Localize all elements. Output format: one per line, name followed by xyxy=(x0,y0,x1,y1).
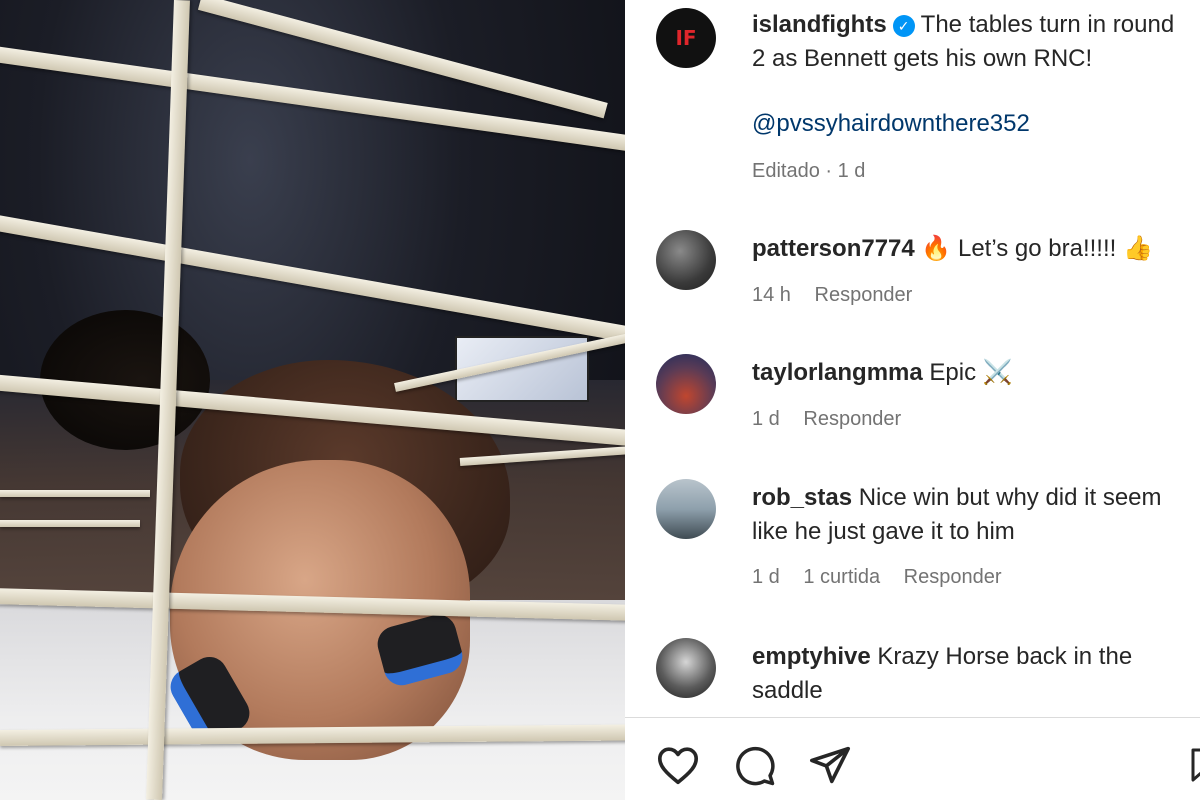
caption-mention[interactable]: @pvssyhairdownthere352 xyxy=(752,110,1030,138)
comment-2-meta: 1 d Responder xyxy=(752,408,919,431)
rope-far-4 xyxy=(0,520,140,527)
comment-text: Epic ⚔️ xyxy=(929,359,1013,386)
comment-username[interactable]: emptyhive xyxy=(752,643,871,670)
comment-time: 14 h xyxy=(752,284,791,306)
comment-username[interactable]: taylorlangmma xyxy=(752,359,923,386)
comment-1: patterson7774 🔥 Let’s go bra!!!!! 👍 xyxy=(752,232,1192,266)
rope-far-3 xyxy=(0,490,150,497)
comment-avatar-2[interactable] xyxy=(656,354,716,414)
author-username[interactable]: islandfights xyxy=(752,11,887,38)
actions-divider xyxy=(625,717,1200,718)
reply-button[interactable]: Responder xyxy=(815,284,913,306)
post-media-image[interactable] xyxy=(0,0,625,800)
heart-icon[interactable] xyxy=(656,745,700,785)
send-icon[interactable] xyxy=(808,745,852,785)
post-details-panel: IF islandfights ✓ The tables turn in round… xyxy=(625,0,1200,800)
comment-icon[interactable] xyxy=(733,745,777,787)
author-avatar[interactable]: IF xyxy=(656,8,716,68)
comment-time: 1 d xyxy=(752,566,780,588)
comment-text: 🔥 Let’s go bra!!!!! 👍 xyxy=(921,235,1153,262)
reply-button[interactable]: Responder xyxy=(803,408,901,430)
reply-button[interactable]: Responder xyxy=(904,566,1002,588)
rope-1 xyxy=(0,44,625,155)
comment-likes[interactable]: 1 curtida xyxy=(803,566,880,588)
comment-username[interactable]: rob_stas xyxy=(752,484,852,511)
comment-1-meta: 14 h Responder xyxy=(752,284,930,307)
comment-username[interactable]: patterson7774 xyxy=(752,235,915,262)
comment-3-meta: 1 d 1 curtida Responder xyxy=(752,566,1020,589)
rope-6 xyxy=(197,0,608,119)
bookmark-icon[interactable] xyxy=(1190,745,1200,785)
caption: islandfights ✓ The tables turn in round 2 … xyxy=(752,8,1192,76)
comment-2: taylorlangmma Epic ⚔️ xyxy=(752,356,1192,390)
verified-badge-icon: ✓ xyxy=(892,15,915,37)
comment-3: rob_stas Nice win but why did it seem li… xyxy=(752,481,1192,549)
caption-meta: Editado · 1 d xyxy=(752,160,866,182)
comment-avatar-4[interactable] xyxy=(656,638,716,698)
logo-mark: IF xyxy=(675,26,697,50)
comment-avatar-3[interactable] xyxy=(656,479,716,539)
comment-4: emptyhive Krazy Horse back in the saddle xyxy=(752,640,1192,708)
comment-time: 1 d xyxy=(752,408,780,430)
comment-avatar-1[interactable] xyxy=(656,230,716,290)
